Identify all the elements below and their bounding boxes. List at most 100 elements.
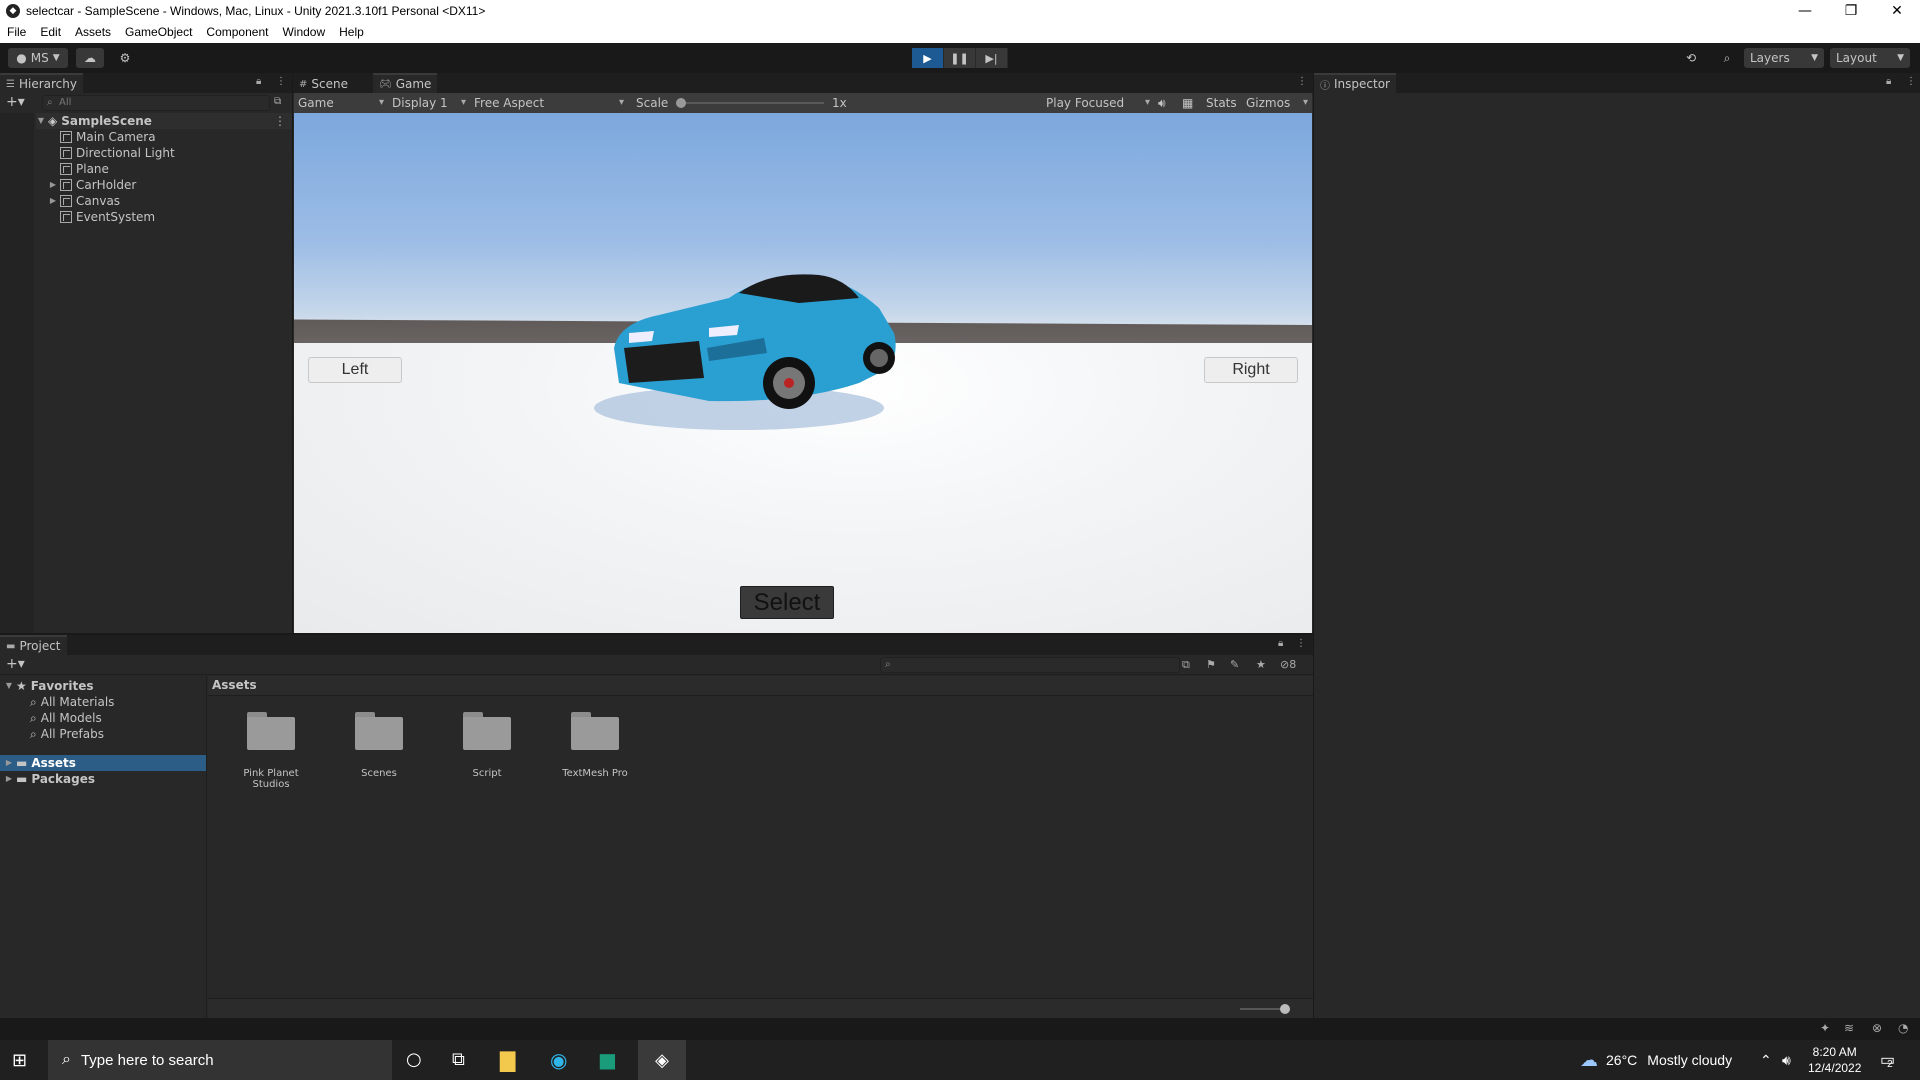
list-icon: ☰ [6, 78, 15, 90]
breadcrumb-assets[interactable]: Assets [212, 678, 257, 692]
play-button[interactable]: ▶ [912, 48, 944, 68]
notification-center[interactable]: ▭ 2 [1880, 1040, 1895, 1080]
file-explorer-icon[interactable]: ▇ [500, 1048, 515, 1072]
lock-icon[interactable]: 🔒︎ [1278, 638, 1283, 649]
network-icon[interactable]: ⊗ [1872, 1021, 1882, 1035]
packages-root[interactable]: ▶ ▬ Packages [4, 771, 95, 787]
more-icon[interactable]: ⋮ [1906, 76, 1916, 87]
audio-icon[interactable]: 🔊︎ [1158, 93, 1166, 113]
minimize-button[interactable]: — [1782, 0, 1828, 22]
lock-icon[interactable]: 🔒︎ [256, 76, 261, 87]
gizmos-dropdown[interactable]: Gizmos [1246, 93, 1308, 113]
tab-hierarchy[interactable]: ☰ Hierarchy [0, 73, 83, 93]
favorite-item[interactable]: ⌕ All Prefabs [30, 726, 104, 742]
progress-icon[interactable]: ◔ [1898, 1021, 1908, 1035]
tab-game[interactable]: 🎮︎ Game [373, 73, 438, 93]
more-icon[interactable]: ⋮ [274, 113, 286, 129]
menu-help[interactable]: Help [332, 22, 371, 43]
scene-visibility-icon[interactable]: ⧉ [274, 96, 281, 107]
favorite-item[interactable]: ⌕ All Models [30, 710, 102, 726]
windows-start-icon[interactable]: ⊞ [12, 1050, 27, 1071]
right-button[interactable]: Right [1204, 357, 1298, 383]
game-viewport[interactable]: Left Right Select [294, 113, 1312, 633]
debug-icon[interactable]: ✦ [1820, 1021, 1830, 1035]
cloud-icon[interactable]: ☁ [76, 48, 104, 68]
expand-arrow-icon[interactable]: ▼ [36, 113, 46, 129]
more-icon[interactable]: ⋮ [1296, 638, 1306, 649]
folder-item[interactable]: TextMesh Pro [550, 712, 640, 779]
filter-label-icon[interactable]: ⚑ [1206, 658, 1216, 671]
menu-assets[interactable]: Assets [68, 22, 118, 43]
lock-icon[interactable]: 🔒︎ [1886, 76, 1891, 87]
layers-dropdown[interactable]: Layers ▼ [1744, 48, 1824, 68]
add-icon[interactable]: +▾ [6, 656, 25, 672]
favorite-item[interactable]: ⌕ All Materials [30, 694, 114, 710]
favorite-icon[interactable]: ★ [1256, 658, 1266, 671]
expand-arrow-icon[interactable]: ▶ [4, 771, 14, 787]
collab-icon[interactable]: ⚙ [112, 48, 138, 68]
assets-root[interactable]: ▶ ▬ Assets [0, 755, 206, 771]
expand-arrow-icon[interactable]: ▶ [4, 755, 14, 771]
tab-scene[interactable]: # Scene [293, 73, 354, 93]
hidden-packages-toggle[interactable]: ⊘8 [1280, 658, 1296, 671]
game-mode-dropdown[interactable]: Game [298, 93, 384, 113]
display-dropdown[interactable]: Display 1 [392, 93, 466, 113]
expand-arrow-icon[interactable]: ▼ [4, 678, 14, 694]
tab-inspector[interactable]: ⓘ Inspector [1314, 73, 1396, 93]
hierarchy-item[interactable]: ▶ CarHolder [48, 177, 136, 193]
menu-gameobject[interactable]: GameObject [118, 22, 199, 43]
left-button[interactable]: Left [308, 357, 402, 383]
add-icon[interactable]: +▾ [6, 94, 25, 110]
hierarchy-search-input[interactable]: ⌕ All [42, 95, 270, 111]
taskbar-search[interactable]: ⌕ Type here to search [48, 1040, 392, 1080]
history-icon[interactable]: ⟲ [1678, 48, 1704, 68]
scene-root[interactable]: ▼ ◈ SampleScene ⋮ [36, 113, 292, 129]
step-button[interactable]: ▶| [976, 48, 1008, 68]
hierarchy-item[interactable]: ▶ Canvas [48, 193, 120, 209]
filter-type-icon[interactable]: ⧉ [1182, 658, 1190, 672]
expand-arrow-icon[interactable]: ▶ [48, 177, 58, 193]
menu-window[interactable]: Window [275, 22, 332, 43]
tag-icon[interactable]: ✎ [1230, 658, 1239, 671]
cache-icon[interactable]: ≋ [1844, 1021, 1854, 1035]
layout-grid-icon[interactable]: ▦ [1182, 93, 1193, 113]
publisher-icon[interactable]: ■ [598, 1048, 617, 1072]
unity-taskbar-icon[interactable]: ◈ [638, 1040, 686, 1080]
more-icon[interactable]: ⋮ [1297, 76, 1307, 87]
search-icon[interactable]: ⌕ [1714, 48, 1740, 68]
menu-component[interactable]: Component [199, 22, 275, 43]
aspect-dropdown[interactable]: Free Aspect [474, 93, 624, 113]
select-button[interactable]: Select [740, 586, 834, 619]
stats-button[interactable]: Stats [1206, 93, 1237, 113]
more-icon[interactable]: ⋮ [276, 76, 286, 87]
folder-item[interactable]: Scenes [334, 712, 424, 779]
volume-icon[interactable]: 🔊︎ [1782, 1040, 1791, 1080]
folder-item[interactable]: Pink Planet Studios [226, 712, 316, 790]
menu-edit[interactable]: Edit [33, 22, 68, 43]
scale-slider[interactable] [676, 93, 824, 113]
hierarchy-item[interactable]: Directional Light [48, 145, 175, 161]
hierarchy-item[interactable]: EventSystem [48, 209, 155, 225]
menu-file[interactable]: File [0, 22, 33, 43]
pause-button[interactable]: ❚❚ [944, 48, 976, 68]
scale-thumb[interactable] [676, 98, 686, 108]
tab-project[interactable]: ▬ Project [0, 635, 67, 655]
favorites-section[interactable]: ▼ ★ Favorites [4, 678, 94, 694]
hierarchy-item[interactable]: Main Camera [48, 129, 156, 145]
close-button[interactable]: ✕ [1874, 0, 1920, 22]
task-view-icon[interactable]: ⧉ [452, 1049, 465, 1070]
cortana-icon[interactable]: ○ [406, 1049, 422, 1070]
weather-widget[interactable]: ☁ 26°C Mostly cloudy [1580, 1040, 1732, 1080]
expand-arrow-icon[interactable]: ▶ [48, 193, 58, 209]
tray-chevron-icon[interactable]: ⌃ [1760, 1040, 1772, 1080]
zoom-slider-thumb[interactable] [1280, 1004, 1290, 1014]
clock[interactable]: 8:20 AM 12/4/2022 [1808, 1040, 1861, 1080]
layout-dropdown[interactable]: Layout ▼ [1830, 48, 1910, 68]
play-mode-dropdown[interactable]: Play Focused [1046, 93, 1150, 113]
account-button[interactable]: ● MS ▼ [8, 48, 68, 68]
restore-button[interactable]: ❐ [1828, 0, 1874, 22]
project-search-input[interactable]: ⌕ [880, 657, 1180, 673]
folder-item[interactable]: Script [442, 712, 532, 779]
hierarchy-item[interactable]: Plane [48, 161, 109, 177]
edge-icon[interactable]: ◉ [550, 1048, 567, 1072]
